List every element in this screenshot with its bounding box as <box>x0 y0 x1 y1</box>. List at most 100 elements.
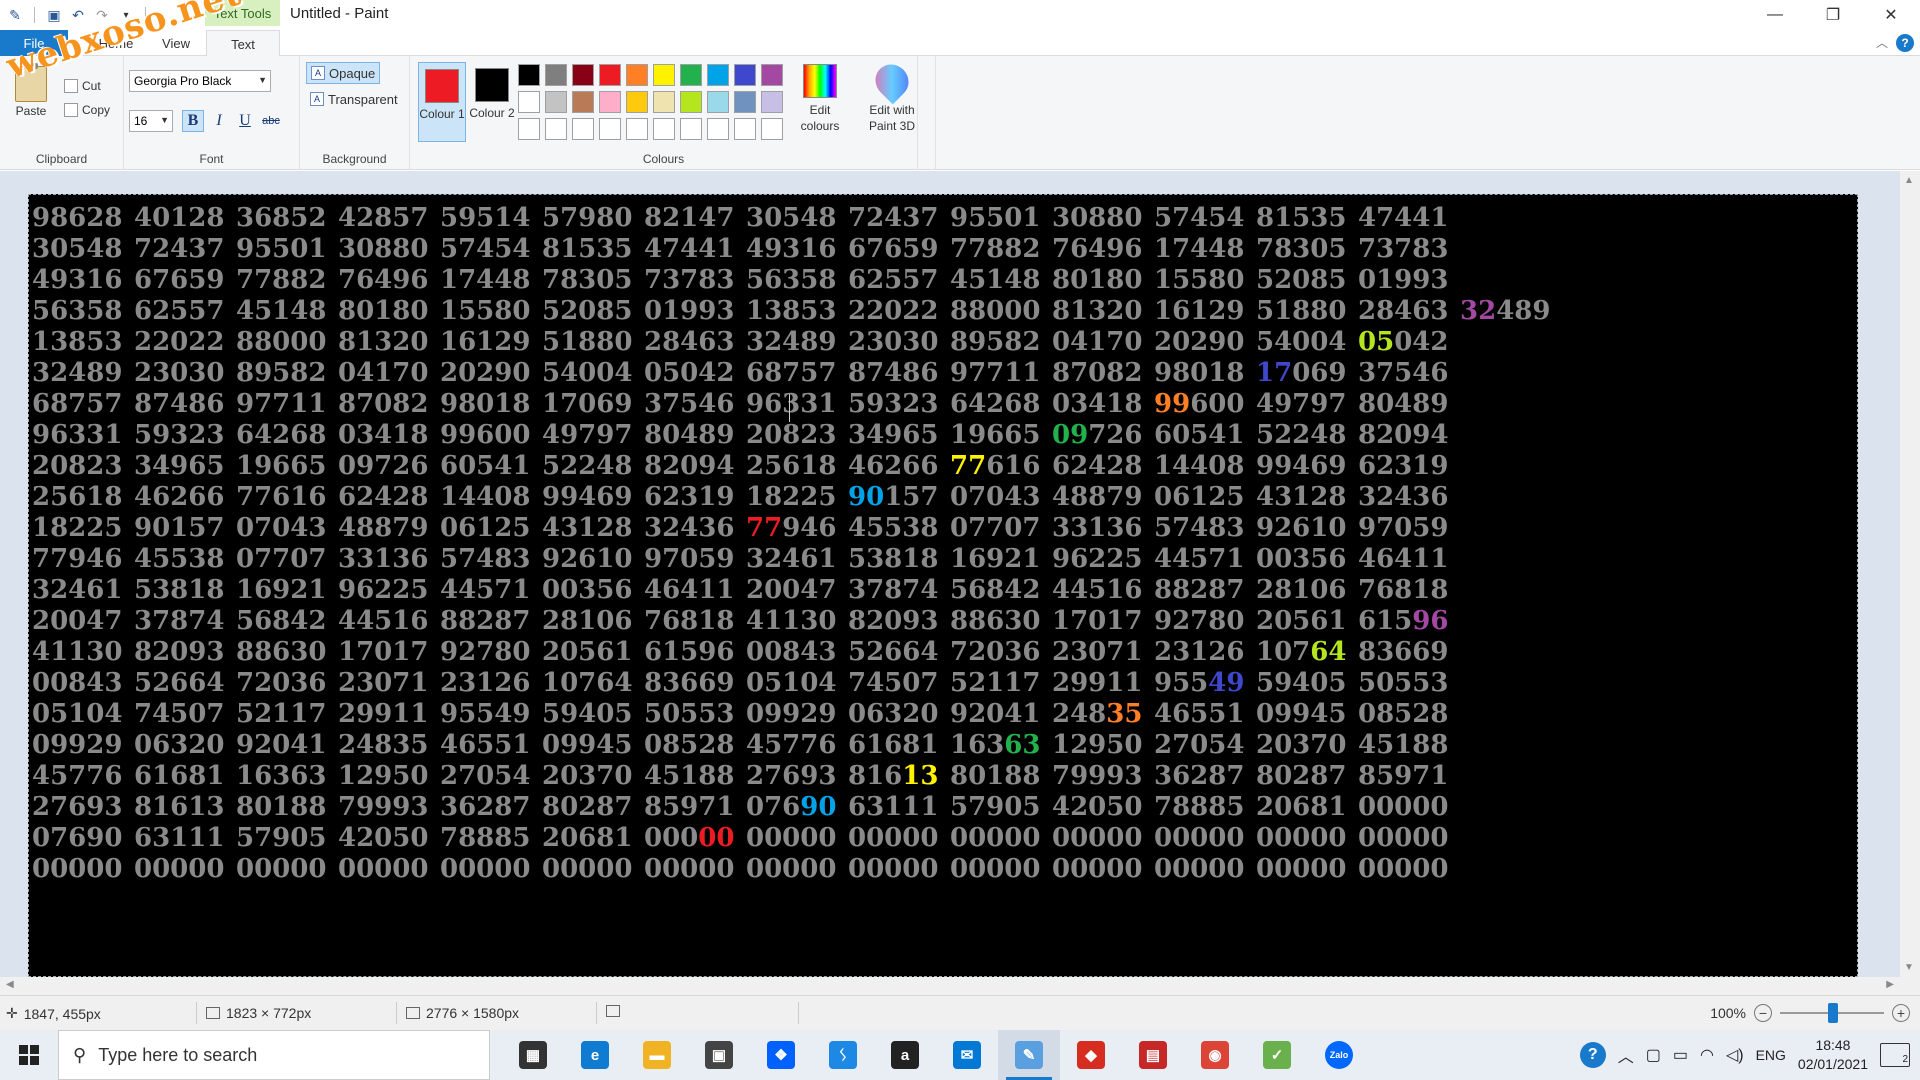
highlighted-digits: 77 <box>746 513 783 543</box>
help-tray-icon[interactable]: ? <box>1579 1042 1606 1068</box>
palette-colour[interactable] <box>599 91 621 113</box>
canvas-workspace[interactable]: 98628 40128 36852 42857 59514 57980 82147 30548… <box>0 171 1900 977</box>
palette-colour[interactable] <box>599 118 621 140</box>
number-group: 82094 <box>644 451 735 481</box>
taskbar-app-store[interactable]: ▣ <box>688 1030 750 1080</box>
palette-colour[interactable] <box>734 64 756 86</box>
colour-2-button[interactable]: Colour 2 <box>468 62 516 142</box>
taskbar-clock[interactable]: 18:48 02/01/2021 <box>1798 1036 1868 1074</box>
tab-text[interactable]: Text <box>206 30 280 57</box>
palette-colour[interactable] <box>545 64 567 86</box>
taskbar-app-app-red-green[interactable]: ◆ <box>1060 1030 1122 1080</box>
save-icon[interactable]: ▣ <box>45 6 63 24</box>
palette-colour[interactable] <box>518 91 540 113</box>
palette-colour[interactable] <box>572 118 594 140</box>
taskbar-app-chrome[interactable]: ◉ <box>1184 1030 1246 1080</box>
show-hidden-icons-icon[interactable]: ︿ <box>1618 1043 1634 1067</box>
wifi-icon[interactable]: ◠ <box>1700 1045 1714 1065</box>
horizontal-scrollbar[interactable]: ◀ ▶ <box>0 977 1920 995</box>
taskbar-app-app-green-check[interactable]: ✓ <box>1246 1030 1308 1080</box>
scroll-left-icon[interactable]: ◀ <box>6 979 14 990</box>
palette-colour[interactable] <box>734 118 756 140</box>
collapse-ribbon-icon[interactable]: ︿ <box>1876 34 1888 51</box>
zoom-control: 100% − + <box>1710 1003 1910 1023</box>
palette-colour[interactable] <box>653 118 675 140</box>
zoom-slider-thumb[interactable] <box>1828 1003 1838 1023</box>
scroll-right-icon[interactable]: ▶ <box>1886 979 1894 990</box>
copy-button[interactable]: Copy <box>64 100 110 120</box>
opaque-button[interactable]: A Opaque <box>306 62 381 84</box>
palette-colour[interactable] <box>761 91 783 113</box>
close-button[interactable]: ✕ <box>1862 0 1920 30</box>
palette-colour[interactable] <box>572 91 594 113</box>
number-group: 07690 <box>32 823 123 853</box>
battery-icon[interactable]: ▭ <box>1673 1045 1688 1065</box>
taskbar-app-dropbox[interactable]: ❖ <box>750 1030 812 1080</box>
edit-colours-button[interactable]: Edit colours <box>790 64 850 134</box>
minimize-button[interactable]: — <box>1746 0 1804 30</box>
paste-label: Paste <box>15 104 47 118</box>
edit-with-paint3d-button[interactable]: Edit with Paint 3D <box>860 57 924 134</box>
taskbar-app-edge[interactable]: e <box>564 1030 626 1080</box>
palette-colour[interactable] <box>680 91 702 113</box>
number-group: 47441 <box>644 234 735 264</box>
cut-button[interactable]: Cut <box>64 76 101 96</box>
drawing-canvas[interactable]: 98628 40128 36852 42857 59514 57980 82147 30548… <box>28 194 1858 977</box>
bold-button[interactable]: B <box>182 110 204 132</box>
palette-colour[interactable] <box>680 118 702 140</box>
strikethrough-button[interactable]: abc <box>260 110 282 132</box>
volume-icon[interactable]: ◁) <box>1726 1045 1744 1065</box>
zoom-out-button[interactable]: − <box>1754 1004 1772 1022</box>
underline-button[interactable]: U <box>234 110 256 132</box>
paint-app-icon[interactable]: ✎ <box>6 6 24 24</box>
language-indicator[interactable]: ENG <box>1756 1047 1786 1063</box>
taskbar-app-paint[interactable]: ✎ <box>998 1030 1060 1080</box>
transparent-button[interactable]: A Transparent <box>306 88 402 110</box>
number-group: 52085 <box>542 296 633 326</box>
taskbar-app-task-view[interactable]: ▦ <box>502 1030 564 1080</box>
zoom-in-button[interactable]: + <box>1892 1004 1910 1022</box>
taskbar-app-visual-studio-code[interactable]: ᛊ <box>812 1030 874 1080</box>
start-button[interactable] <box>0 1030 58 1080</box>
palette-colour[interactable] <box>545 118 567 140</box>
taskbar-app-zalo[interactable]: Zalo <box>1308 1030 1370 1080</box>
palette-colour[interactable] <box>599 64 621 86</box>
palette-colour[interactable] <box>653 91 675 113</box>
number-group: 46411 <box>1358 544 1449 574</box>
palette-colour[interactable] <box>707 118 729 140</box>
palette-colour[interactable] <box>707 91 729 113</box>
palette-colour[interactable] <box>653 64 675 86</box>
restore-button[interactable]: ❐ <box>1804 0 1862 30</box>
font-family-select[interactable]: Georgia Pro Black ▼ <box>129 70 271 92</box>
notification-center-icon[interactable]: 2 <box>1880 1043 1910 1067</box>
palette-colour[interactable] <box>626 64 648 86</box>
taskbar-app-file-explorer[interactable]: ▬ <box>626 1030 688 1080</box>
zoom-slider[interactable] <box>1780 1003 1884 1023</box>
font-size-select[interactable]: 16 ▼ <box>129 110 173 132</box>
help-icon[interactable]: ? <box>1896 34 1914 52</box>
italic-button[interactable]: I <box>208 110 230 132</box>
palette-colour[interactable] <box>761 118 783 140</box>
palette-colour[interactable] <box>572 64 594 86</box>
palette-colour[interactable] <box>761 64 783 86</box>
number-group: 45148 <box>950 265 1041 295</box>
vertical-scrollbar[interactable]: ▲ ▼ <box>1900 171 1920 977</box>
palette-colour[interactable] <box>518 64 540 86</box>
taskbar-app-app-red-grid[interactable]: ▤ <box>1122 1030 1184 1080</box>
scroll-down-icon[interactable]: ▼ <box>1904 962 1914 973</box>
taskbar-search-box[interactable]: ⚲ Type here to search <box>58 1030 490 1080</box>
taskbar-app-amazon[interactable]: a <box>874 1030 936 1080</box>
palette-colour[interactable] <box>734 91 756 113</box>
number-group: 09726 <box>338 451 429 481</box>
palette-colour[interactable] <box>545 91 567 113</box>
palette-colour[interactable] <box>518 118 540 140</box>
colour-1-button[interactable]: Colour 1 <box>418 62 466 142</box>
palette-colour[interactable] <box>707 64 729 86</box>
scroll-up-icon[interactable]: ▲ <box>1904 175 1914 186</box>
palette-colour[interactable] <box>680 64 702 86</box>
system-tray: ? ︿ ▢ ▭ ◠ ◁) ENG 18:48 02/01/2021 2 <box>1579 1030 1920 1080</box>
taskbar-app-mail[interactable]: ✉ <box>936 1030 998 1080</box>
palette-colour[interactable] <box>626 118 648 140</box>
palette-colour[interactable] <box>626 91 648 113</box>
meet-now-icon[interactable]: ▢ <box>1646 1045 1661 1065</box>
